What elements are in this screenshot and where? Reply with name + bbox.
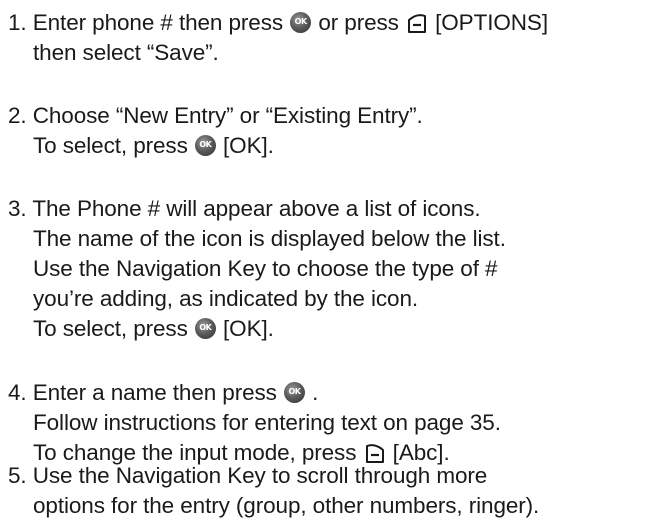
ok-key-icon <box>290 12 312 33</box>
step-5-line-2: options for the entry (group, other numb… <box>33 493 540 518</box>
step-4-line-2: Follow instructions for entering text on… <box>33 410 501 435</box>
step-3-line-2: The name of the icon is displayed below … <box>33 226 506 251</box>
step-5-line-1: 5. Use the Navigation Key to scroll thro… <box>8 463 488 488</box>
step-1-number: 1. <box>8 10 27 35</box>
step-3-number: 3. <box>8 196 27 221</box>
step-2-line-1: 2. Choose “New Entry” or “Existing Entry… <box>8 103 423 128</box>
step-4-number: 4. <box>8 380 27 405</box>
step-4-line-1: 4. Enter a name then press . <box>8 378 318 408</box>
step-2-line-2: To select, press [OK]. <box>33 131 274 161</box>
ok-key-icon <box>194 135 216 156</box>
step-1-line-2: then select “Save”. <box>33 40 219 65</box>
step-3-line-5: To select, press [OK]. <box>33 314 274 344</box>
ok-key-icon <box>194 318 216 339</box>
step-3-line-4: you’re adding, as indicated by the icon. <box>33 286 419 311</box>
step-3-line-1: 3. The Phone # will appear above a list … <box>8 196 481 221</box>
step-2-number: 2. <box>8 103 27 128</box>
step-5-number: 5. <box>8 463 27 488</box>
ok-key-icon <box>283 382 305 403</box>
instruction-list: 1. Enter phone # then press or press [OP… <box>0 0 663 521</box>
step-3-line-3: Use the Navigation Key to choose the typ… <box>33 256 498 281</box>
left-soft-key-icon <box>407 14 426 33</box>
step-1-line-1: 1. Enter phone # then press or press [OP… <box>8 8 548 38</box>
